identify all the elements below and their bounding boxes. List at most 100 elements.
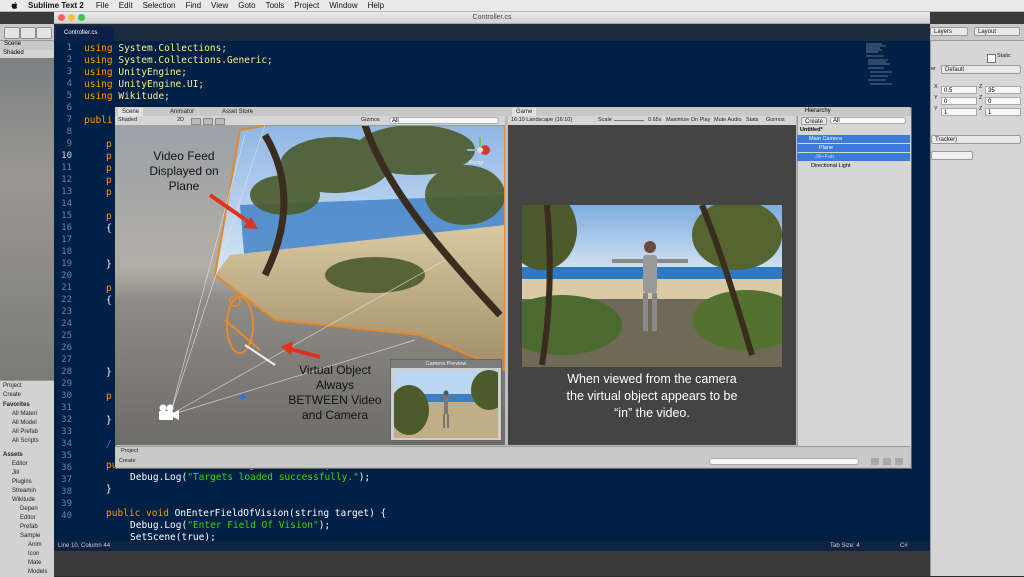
menu-find[interactable]: Find [185,1,201,10]
favorites-header[interactable]: Favorites [3,401,30,409]
menu-tools[interactable]: Tools [266,1,285,10]
2d-toggle[interactable]: 2D [177,116,184,125]
line-number: 19 [61,259,72,269]
menu-edit[interactable]: Edit [119,1,133,10]
game-view[interactable]: When viewed from the camera the virtual … [508,125,796,445]
stats-toggle[interactable]: Stats [746,116,759,125]
code-line: SetScene(true); [130,532,216,541]
menu-file[interactable]: File [96,1,109,10]
line-number: 34 [61,439,72,449]
camera-preview-panel: Camera Preview [389,359,505,441]
tab-size-indicator[interactable]: Tab Size: 4 [830,541,860,551]
tab-hierarchy[interactable]: Hierarchy [797,107,910,116]
project-create-button[interactable]: Create [3,391,21,399]
menu-selection[interactable]: Selection [143,1,176,10]
asset-folder[interactable]: Wikitude [12,496,35,504]
asset-folder[interactable]: Streamin [12,487,36,495]
hierarchy-row-directional-light[interactable]: Directional Light [797,162,910,170]
scene-search-input[interactable]: All [389,117,499,124]
layout-dropdown[interactable]: Layout [974,27,1020,36]
project-create-button[interactable]: Create [119,457,136,466]
apple-icon[interactable] [10,1,20,10]
asset-folder[interactable]: Editor [20,514,36,522]
inspector-button[interactable] [931,151,973,160]
gizmos-dropdown[interactable]: Gizmos [361,116,380,125]
asset-folder[interactable]: Models [28,568,47,576]
transform-z-field[interactable]: 35 [985,86,1021,94]
maximize-on-play-toggle[interactable]: Maximize On Play [666,116,710,125]
camera-gizmo-icon[interactable] [159,404,179,421]
assets-header[interactable]: Assets [3,451,23,459]
tab-scene[interactable]: Scene [118,108,144,116]
code-line: public void OnEnterFieldOfVision(string … [106,508,386,519]
rotate-tool-button[interactable] [36,27,52,39]
scale-slider[interactable] [614,120,644,121]
background-scene-view[interactable] [0,41,54,381]
zoom-window-icon[interactable] [78,14,85,21]
asset-folder[interactable]: Plugins [12,478,32,486]
audio-toggle-icon[interactable] [203,118,213,125]
fav-item[interactable]: All Scripts [12,437,39,445]
rotation-z-field[interactable]: 0 [985,97,1021,105]
close-window-icon[interactable] [58,14,65,21]
filter-type-icon[interactable] [871,458,879,465]
menu-app-name[interactable]: Sublime Text 2 [28,1,84,10]
hand-tool-button[interactable] [4,27,20,39]
layers-dropdown[interactable]: Layers [930,27,968,36]
fav-item[interactable]: All Model [12,419,37,427]
scale-y-field[interactable]: 1 [941,108,977,116]
asset-folder[interactable]: Prefab [20,523,38,531]
keyword: using [84,91,113,102]
menu-project[interactable]: Project [294,1,319,10]
project-search-input[interactable] [709,458,859,465]
tab-animator[interactable]: Animator [166,108,198,116]
background-shaded-dropdown[interactable]: Shaded [0,50,54,58]
scene-view[interactable]: Persp Video Feed Displayed on Plane Virt… [115,125,505,445]
rotation-y-field[interactable]: 0 [941,97,977,105]
tab-game[interactable]: Game [512,108,537,116]
transform-x-field[interactable]: 0.5 [941,86,977,94]
y-axis-label: Y [934,106,938,112]
effects-toggle-icon[interactable] [215,118,225,125]
mute-audio-toggle[interactable]: Mute Audio [714,116,742,125]
static-checkbox[interactable] [987,54,996,63]
hierarchy-row-jill[interactable]: Jill+Fab [797,153,910,161]
move-tool-button[interactable] [20,27,36,39]
menu-view[interactable]: View [211,1,228,10]
fav-item[interactable]: All Materi [12,410,37,418]
asset-folder[interactable]: Mate [28,559,41,567]
persp-label[interactable]: Persp [469,159,483,168]
asset-folder[interactable]: Sample [20,532,40,540]
filter-label-icon[interactable] [883,458,891,465]
asset-folder[interactable]: Jill [12,469,19,477]
project-tab[interactable]: Project [3,382,22,390]
asset-folder[interactable]: Icon [28,550,39,558]
lighting-toggle-icon[interactable] [191,118,201,125]
hierarchy-create-button[interactable]: Create [801,117,827,125]
fav-item[interactable]: All Prefab [12,428,38,436]
menu-help[interactable]: Help [368,1,384,10]
game-gizmos-dropdown[interactable]: Gizmos [766,116,785,125]
shaded-dropdown[interactable]: Shaded [118,116,137,125]
hierarchy-row-plane[interactable]: Plane [797,144,910,152]
tracker-field[interactable]: Tracker) [931,135,1021,144]
menu-window[interactable]: Window [329,1,357,10]
background-scene-tab[interactable]: Scene [0,41,54,50]
light-gizmo-icon[interactable] [239,393,247,401]
tab-asset-store[interactable]: Asset Store [218,108,257,116]
favorite-star-icon[interactable] [895,458,903,465]
syntax-indicator[interactable]: C# [900,541,908,551]
asset-folder[interactable]: Editor [12,460,28,468]
asset-folder[interactable]: Anim [28,541,42,549]
aspect-dropdown[interactable]: 16:10 Landscape (16:10) [511,116,572,125]
menu-goto[interactable]: Goto [238,1,255,10]
hierarchy-row-main-camera[interactable]: Main Camera [797,135,910,143]
layer-dropdown[interactable]: Default [941,65,1021,74]
minimize-window-icon[interactable] [68,14,75,21]
project-tab[interactable]: Project [121,447,138,456]
scale-z-field[interactable]: 1 [985,108,1021,116]
asset-folder[interactable]: Depen [20,505,38,513]
tab-controller-cs[interactable]: Controller.cs [56,26,114,41]
hierarchy-row-scene[interactable]: Untitled* [797,126,910,134]
hierarchy-search-input[interactable]: All [830,117,906,124]
